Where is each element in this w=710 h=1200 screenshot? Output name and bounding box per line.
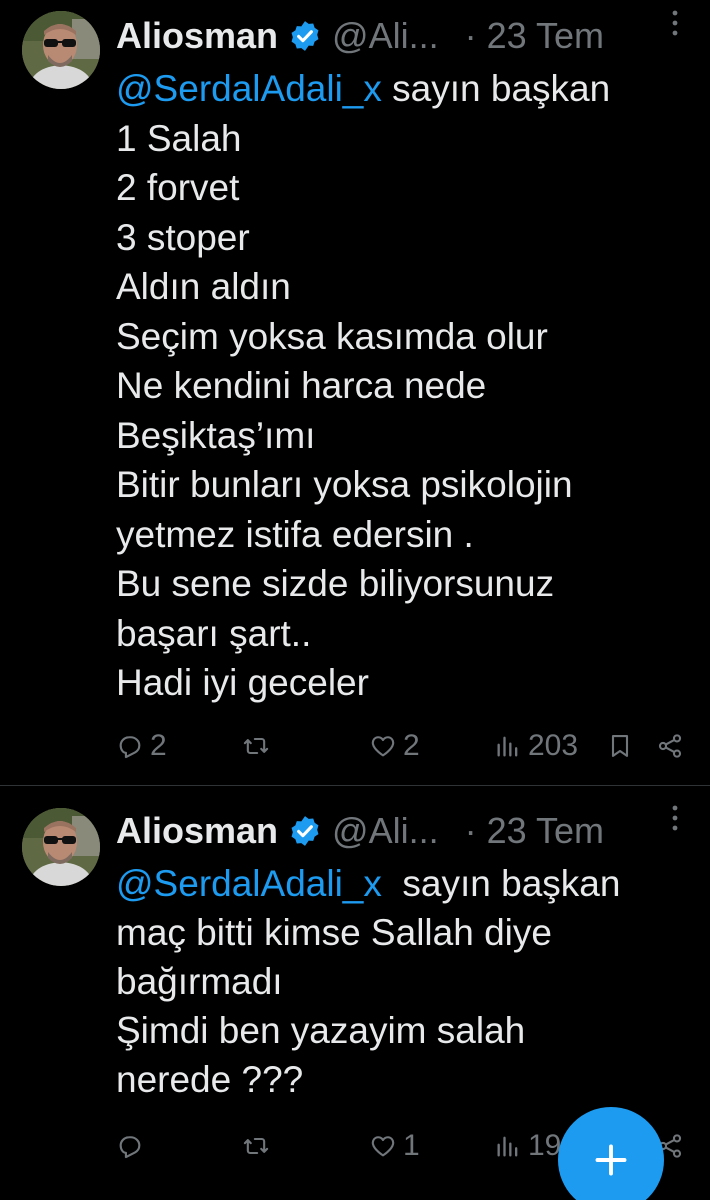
avatar[interactable] — [22, 808, 100, 886]
retweet-button[interactable] — [242, 726, 276, 766]
reply-button[interactable]: 2 — [116, 726, 167, 766]
separator-dot: · — [464, 810, 477, 851]
bookmark-icon — [611, 735, 629, 757]
view-count: 203 — [528, 729, 579, 762]
author-handle[interactable]: @Ali... — [332, 810, 439, 852]
tweet-text-line: Bitir bunları yoksa psikolojin — [116, 464, 573, 505]
tweet-header: Aliosman @Ali... · 23 Tem — [116, 809, 696, 853]
avatar[interactable] — [22, 11, 100, 89]
retweet-icon — [243, 1137, 269, 1155]
mention-link[interactable]: @SerdalAdali_x — [116, 68, 382, 109]
reply-button[interactable] — [116, 1126, 150, 1166]
tweet-text-line: 1 Salah — [116, 117, 242, 159]
views-button[interactable]: 19 — [494, 1126, 561, 1166]
tweet-text-line: Şimdi ben yazayim salah — [116, 1010, 526, 1051]
tweet-text-line: bağırmadı — [116, 961, 283, 1002]
like-button[interactable]: 2 — [369, 726, 420, 766]
tweet-text-line: yetmez istifa edersin . — [116, 513, 474, 555]
tweet-text-line: Bu sene sizde biliyorsunuz — [116, 563, 555, 604]
verified-badge-icon — [291, 816, 319, 846]
tweet-text-line: Aldın aldın — [116, 266, 291, 307]
like-count: 2 — [403, 729, 420, 762]
reply-icon — [119, 1136, 141, 1159]
tweet-text-line: Beşiktaş’ımı — [116, 414, 316, 456]
tweet-text-line: 3 stoper — [116, 216, 250, 258]
views-icon — [497, 736, 518, 757]
tweet-text-line: Seçim yoksa kasımda olur — [116, 315, 548, 357]
tweet-text-line: maç bitti kimse Sallah diye — [116, 912, 552, 953]
tweet-text-line: Hadi iyi geceler — [116, 662, 369, 703]
views-button[interactable]: 203 — [494, 726, 578, 766]
avatar-photo-icon — [22, 808, 100, 886]
heart-icon — [371, 1136, 395, 1157]
verified-badge-icon — [291, 21, 319, 51]
bookmark-button[interactable] — [606, 726, 634, 766]
tweet-actions: 2 2 203 — [116, 726, 696, 766]
retweet-icon — [243, 737, 269, 755]
tweet-date[interactable]: 23 Tem — [487, 15, 604, 57]
tweet-text-line: sayın başkan — [381, 68, 611, 109]
author-handle[interactable]: @Ali... — [332, 15, 439, 57]
avatar-photo-icon — [22, 11, 100, 89]
author-name[interactable]: Aliosman — [116, 15, 278, 57]
separator-dot: · — [464, 15, 477, 56]
tweet-text: @SerdalAdali_x sayın başkan 1 Salah 2 fo… — [116, 64, 686, 708]
tweet-text-line: sayın başkan — [381, 863, 621, 904]
retweet-button[interactable] — [242, 1126, 276, 1166]
view-count: 19 — [528, 1129, 562, 1162]
author-name[interactable]: Aliosman — [116, 810, 278, 852]
more-vertical-icon[interactable] — [672, 805, 678, 831]
mention-link[interactable]: @SerdalAdali_x — [116, 863, 382, 904]
reply-icon — [119, 736, 141, 759]
plus-icon — [595, 1144, 627, 1176]
reply-count: 2 — [150, 729, 167, 762]
like-button[interactable]: 1 — [369, 1126, 420, 1166]
tweet-date[interactable]: 23 Tem — [487, 810, 604, 852]
more-vertical-icon[interactable] — [672, 10, 678, 36]
tweet-divider — [0, 785, 710, 786]
tweet-text: @SerdalAdali_x sayın başkan maç bitti ki… — [116, 859, 686, 1104]
share-button[interactable] — [656, 726, 684, 766]
tweet-text-line: 2 forvet — [116, 167, 240, 208]
tweet-text-line: Ne kendini harca nede — [116, 365, 487, 406]
tweet[interactable]: Aliosman @Ali... · 23 Tem @SerdalAdali_x… — [0, 0, 710, 785]
tweet-header: Aliosman @Ali... · 23 Tem — [116, 14, 696, 58]
tweet-text-line: nerede ??? — [116, 1059, 304, 1100]
tweet-text-line: başarı şart.. — [116, 612, 312, 654]
share-icon — [658, 734, 682, 758]
tweet-first-line: @SerdalAdali_x sayın başkan — [116, 64, 686, 114]
like-count: 1 — [403, 1129, 420, 1162]
views-icon — [497, 1136, 518, 1157]
heart-icon — [371, 736, 395, 757]
tweet-first-line: @SerdalAdali_x sayın başkan — [116, 859, 686, 908]
